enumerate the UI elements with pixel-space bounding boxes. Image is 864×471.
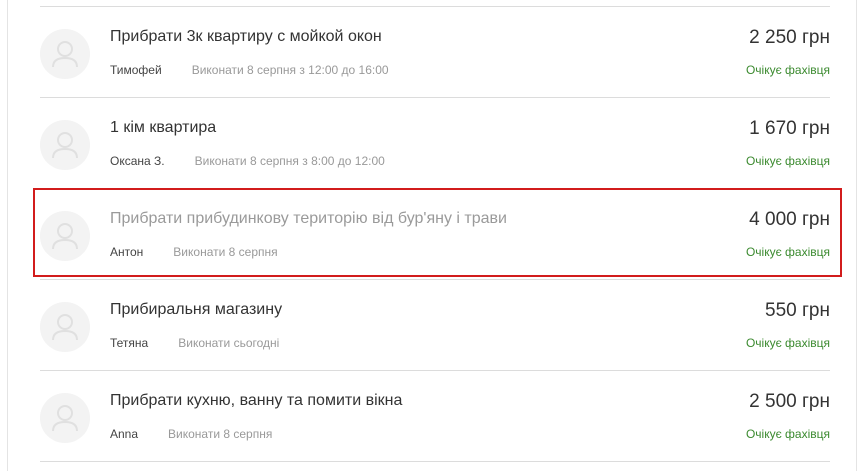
task-deadline: Виконати 8 серпня з 8:00 до 12:00	[194, 154, 385, 168]
task-item[interactable]: Прибрати прибудинкову територію від бур'…	[40, 188, 830, 279]
task-status: Очікує фахівця	[745, 336, 830, 350]
client-name[interactable]: Оксана З.	[110, 154, 165, 168]
task-price: 1 670 грн	[749, 118, 830, 139]
task-status: Очікує фахівця	[745, 154, 830, 168]
task-deadline: Виконати 8 серпня	[168, 427, 273, 441]
task-price: 550 грн	[765, 300, 830, 321]
task-list: Прибрати 3к квартиру с мойкой окон Тимоф…	[40, 6, 830, 462]
task-title[interactable]: Прибрати кухню, ванну та помити вікна	[110, 392, 402, 410]
task-price: 2 500 грн	[749, 391, 830, 412]
task-meta: Антон Виконати 8 серпня	[110, 245, 278, 259]
user-avatar-icon	[40, 29, 90, 79]
task-meta: Оксана З. Виконати 8 серпня з 8:00 до 12:…	[110, 154, 385, 168]
task-item[interactable]: Прибиральня магазину Тетяна Виконати сьог…	[40, 279, 830, 370]
task-deadline: Виконати сьогодні	[178, 336, 280, 350]
task-price: 2 250 грн	[749, 27, 830, 48]
user-avatar-icon	[40, 393, 90, 443]
user-avatar-icon	[40, 211, 90, 261]
task-title[interactable]: Прибрати прибудинкову територію від бур'…	[110, 210, 507, 228]
task-meta: Anna Виконати 8 серпня	[110, 427, 272, 441]
task-item[interactable]: 1 кім квартира Оксана З. Виконати 8 серпн…	[40, 97, 830, 188]
task-title[interactable]: Прибрати 3к квартиру с мойкой окон	[110, 28, 382, 46]
task-deadline: Виконати 8 серпня	[173, 245, 278, 259]
client-name[interactable]: Тимофей	[110, 63, 162, 77]
task-deadline: Виконати 8 серпня з 12:00 до 16:00	[191, 63, 389, 77]
right-border	[856, 0, 857, 471]
user-avatar-icon	[40, 302, 90, 352]
task-status: Очікує фахівця	[745, 245, 830, 259]
user-avatar-icon	[40, 120, 90, 170]
client-name[interactable]: Тетяна	[110, 336, 148, 350]
left-border	[7, 0, 8, 471]
task-item[interactable]: Прибрати кухню, ванну та помити вікна An…	[40, 370, 830, 462]
task-list-page: Прибрати 3к квартиру с мойкой окон Тимоф…	[0, 0, 864, 471]
task-item[interactable]: Прибрати 3к квартиру с мойкой окон Тимоф…	[40, 6, 830, 97]
task-status: Очікує фахівця	[745, 427, 830, 441]
task-price: 4 000 грн	[749, 209, 830, 230]
task-title[interactable]: Прибиральня магазину	[110, 301, 282, 319]
client-name[interactable]: Антон	[110, 245, 143, 259]
task-title[interactable]: 1 кім квартира	[110, 119, 216, 137]
task-meta: Тетяна Виконати сьогодні	[110, 336, 279, 350]
client-name[interactable]: Anna	[110, 427, 138, 441]
task-status: Очікує фахівця	[745, 63, 830, 77]
task-meta: Тимофей Виконати 8 серпня з 12:00 до 16:0…	[110, 63, 389, 77]
